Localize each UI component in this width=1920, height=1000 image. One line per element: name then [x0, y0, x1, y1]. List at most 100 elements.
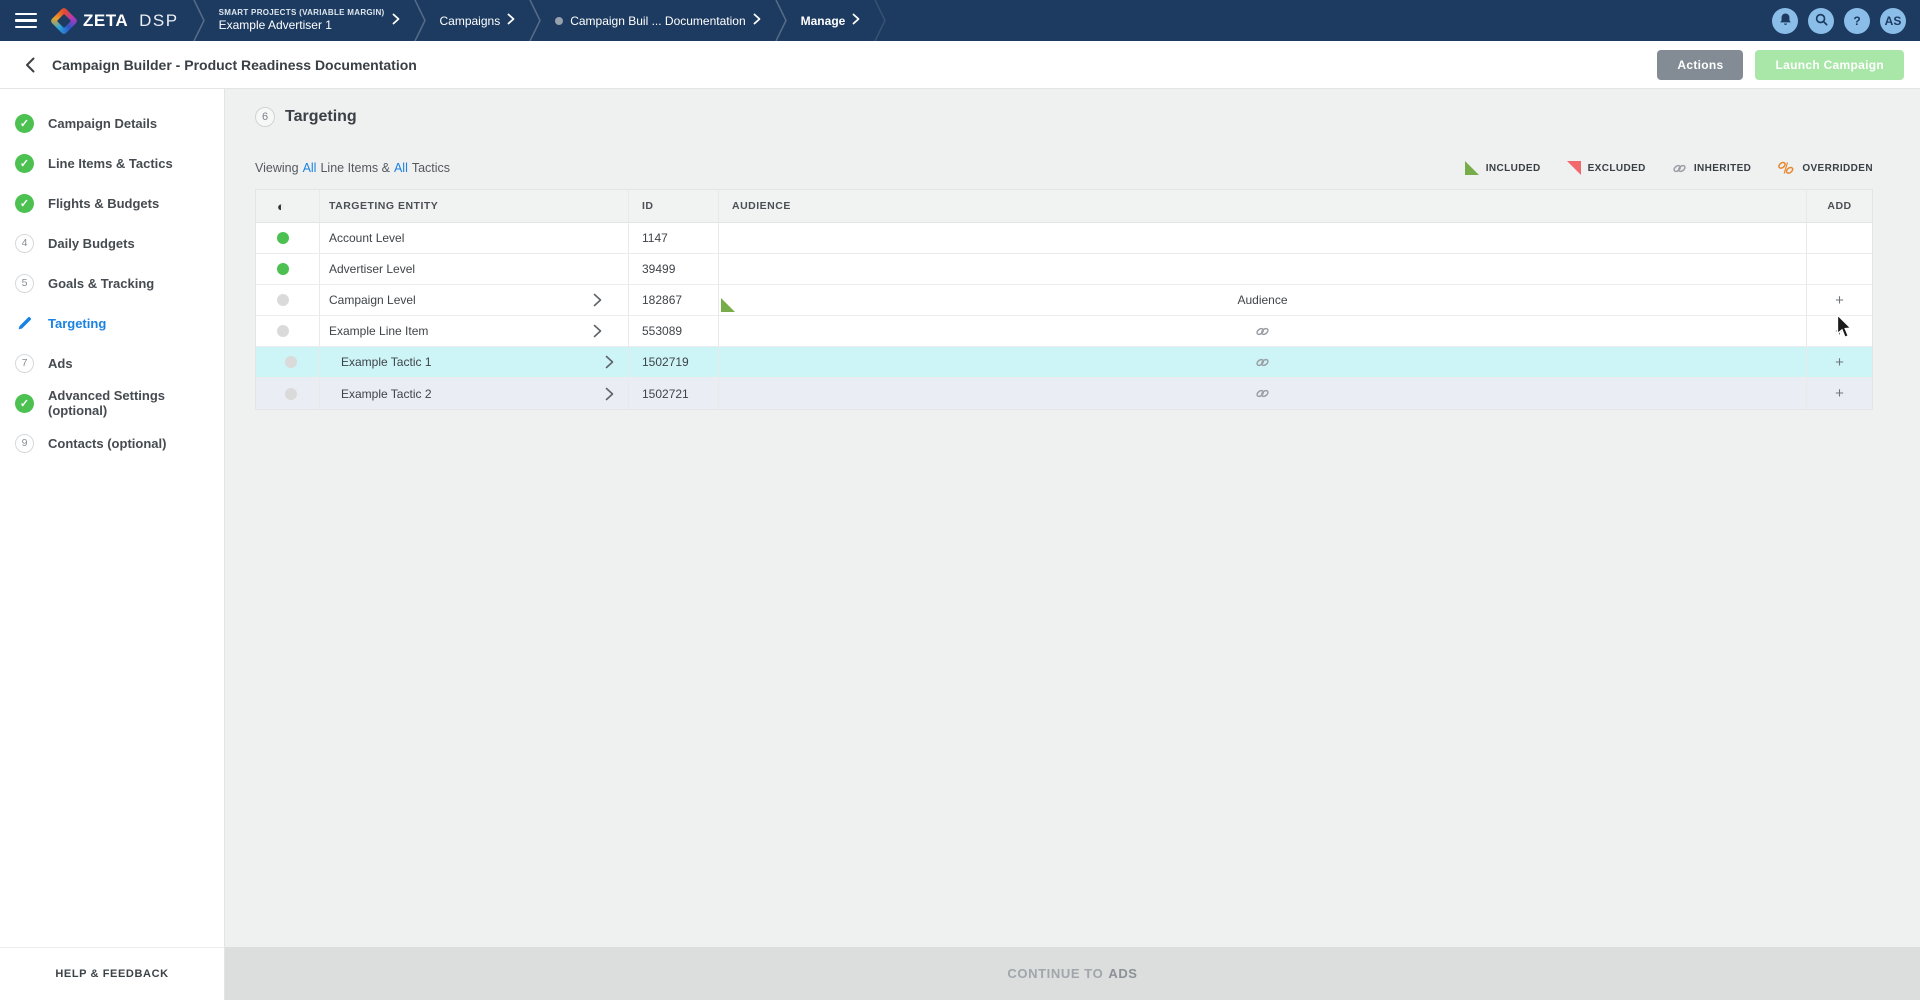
- all-tactics-link[interactable]: All: [394, 161, 408, 175]
- row-add-cell: [1807, 223, 1872, 253]
- sidebar-item-daily-budgets[interactable]: 4Daily Budgets: [0, 223, 224, 263]
- row-id-cell: 1147: [629, 223, 719, 253]
- notifications-button[interactable]: [1772, 8, 1798, 34]
- row-id-cell: 1502721: [629, 378, 719, 409]
- hamburger-menu-icon[interactable]: [0, 13, 46, 29]
- row-add-cell[interactable]: +: [1807, 378, 1872, 409]
- row-status-cell: [256, 347, 320, 377]
- bell-icon: [1778, 12, 1793, 30]
- entity-label: Campaign Level: [329, 293, 416, 307]
- main-content: 6 Targeting Viewing All Line Items & All…: [225, 89, 1920, 1000]
- entity-label: Example Line Item: [329, 324, 428, 338]
- row-entity-cell[interactable]: Example Tactic 2: [320, 378, 629, 409]
- add-button[interactable]: +: [1835, 355, 1844, 370]
- check-icon: ✓: [15, 114, 34, 133]
- sidebar-item-label: Contacts (optional): [48, 436, 166, 451]
- zeta-dsp-logo[interactable]: ZETA DSP: [46, 11, 193, 31]
- status-dot-gray: [285, 388, 297, 400]
- sidebar-item-ads[interactable]: 7Ads: [0, 343, 224, 383]
- add-button[interactable]: +: [1835, 293, 1844, 308]
- expand-chevron-icon[interactable]: [605, 387, 614, 401]
- table-row-example-tactic-2[interactable]: Example Tactic 2 1502721 +: [256, 378, 1872, 409]
- row-audience-cell: [719, 254, 1807, 284]
- legend-overridden: OVERRIDDEN: [1777, 160, 1873, 176]
- viewing-suffix: Tactics: [412, 161, 450, 175]
- add-button[interactable]: +: [1835, 386, 1844, 401]
- sidebar-item-label: Line Items & Tactics: [48, 156, 173, 171]
- brand-dsp: DSP: [139, 11, 178, 31]
- breadcrumb-campaign[interactable]: Campaign Buil ... Documentation: [541, 12, 774, 30]
- row-add-cell[interactable]: +: [1807, 316, 1872, 346]
- targeting-table: ◐ TARGETING ENTITY ID AUDIENCE ADD Accou…: [255, 189, 1873, 410]
- contrast-icon[interactable]: ◐: [277, 199, 285, 214]
- back-button[interactable]: [18, 53, 42, 77]
- sidebar-item-label: Ads: [48, 356, 73, 371]
- step-number-badge: 6: [255, 107, 275, 127]
- brand-zeta: ZETA: [83, 11, 128, 31]
- help-button[interactable]: ?: [1844, 8, 1870, 34]
- breadcrumb-advertiser[interactable]: SMART PROJECTS (VARIABLE MARGIN) Example…: [205, 8, 414, 33]
- all-line-items-link[interactable]: All: [303, 161, 317, 175]
- row-status-cell: [256, 254, 320, 284]
- row-status-cell: [256, 378, 320, 409]
- help-feedback-button[interactable]: HELP & FEEDBACK: [0, 947, 224, 1000]
- add-button[interactable]: +: [1835, 324, 1844, 339]
- continue-to-ads-button[interactable]: CONTINUE TO ADS: [225, 947, 1920, 1000]
- sidebar-item-flights-budgets[interactable]: ✓Flights & Budgets: [0, 183, 224, 223]
- row-audience-cell: [719, 223, 1807, 253]
- sidebar-item-label: Campaign Details: [48, 116, 157, 131]
- actions-button[interactable]: Actions: [1657, 50, 1743, 80]
- breadcrumb-manage[interactable]: Manage: [787, 12, 875, 30]
- legend-triangle-red-icon: [1567, 161, 1581, 175]
- expand-chevron-icon[interactable]: [605, 355, 614, 369]
- chevron-right-icon: [392, 12, 400, 30]
- sidebar-item-advanced-settings-optional[interactable]: ✓Advanced Settings (optional): [0, 383, 224, 423]
- column-audience: AUDIENCE: [732, 200, 791, 212]
- table-row-example-line-item[interactable]: Example Line Item553089+: [256, 316, 1872, 347]
- sidebar-item-goals-tracking[interactable]: 5Goals & Tracking: [0, 263, 224, 303]
- row-add-cell: [1807, 254, 1872, 284]
- breadcrumb-separator: [193, 0, 205, 41]
- expand-chevron-icon[interactable]: [593, 293, 602, 307]
- table-body: Account Level1147Advertiser Level39499Ca…: [256, 223, 1872, 409]
- launch-campaign-button[interactable]: Launch Campaign: [1755, 50, 1904, 80]
- table-row-example-tactic-1[interactable]: Example Tactic 11502719+: [256, 347, 1872, 378]
- viewing-summary: Viewing All Line Items & All Tactics: [255, 161, 450, 175]
- status-dot-green: [277, 263, 289, 275]
- check-icon: ✓: [15, 154, 34, 173]
- table-row-advertiser-level[interactable]: Advertiser Level39499: [256, 254, 1872, 285]
- legend: INCLUDEDEXCLUDEDINHERITEDOVERRIDDEN: [1465, 160, 1873, 176]
- row-entity-cell[interactable]: Advertiser Level: [320, 254, 629, 284]
- chevron-right-icon: [507, 12, 515, 30]
- sidebar-item-label: Advanced Settings (optional): [48, 388, 224, 418]
- row-add-cell[interactable]: +: [1807, 347, 1872, 377]
- sidebar-item-line-items-tactics[interactable]: ✓ Line Items & Tactics: [0, 143, 224, 183]
- table-row-campaign-level[interactable]: Campaign Level182867Audience+: [256, 285, 1872, 316]
- row-entity-cell[interactable]: Campaign Level: [320, 285, 629, 315]
- sidebar-item-campaign-details[interactable]: ✓ Campaign Details: [0, 103, 224, 143]
- row-status-cell: [256, 285, 320, 315]
- row-entity-cell[interactable]: Example Line Item: [320, 316, 629, 346]
- viewing-mid: Line Items &: [320, 161, 389, 175]
- table-header-row: ◐ TARGETING ENTITY ID AUDIENCE ADD: [256, 190, 1872, 223]
- expand-chevron-icon[interactable]: [593, 324, 602, 338]
- breadcrumb-campaigns[interactable]: Campaigns: [426, 12, 530, 30]
- row-entity-cell[interactable]: Account Level: [320, 223, 629, 253]
- entity-label: Example Tactic 2: [341, 387, 432, 401]
- inherited-chain-icon: [1255, 386, 1270, 401]
- included-triangle-icon: [721, 298, 735, 312]
- table-row-account-level[interactable]: Account Level1147: [256, 223, 1872, 254]
- step-number-icon: 4: [15, 234, 34, 253]
- app-root: ZETA DSP SMART PROJECTS (VARIABLE MARGIN…: [0, 0, 1920, 1000]
- zeta-diamond-icon: [50, 6, 78, 34]
- breadcrumb-separator: [874, 0, 886, 41]
- sidebar-item-targeting[interactable]: Targeting: [0, 303, 224, 343]
- user-avatar[interactable]: AS: [1880, 8, 1906, 34]
- section-title: Targeting: [285, 108, 357, 126]
- search-button[interactable]: [1808, 8, 1834, 34]
- entity-label: Advertiser Level: [329, 262, 415, 276]
- row-entity-cell[interactable]: Example Tactic 1: [320, 347, 629, 377]
- sidebar-item-contacts-optional[interactable]: 9Contacts (optional): [0, 423, 224, 463]
- row-add-cell[interactable]: +: [1807, 285, 1872, 315]
- entity-label: Example Tactic 1: [341, 355, 432, 369]
